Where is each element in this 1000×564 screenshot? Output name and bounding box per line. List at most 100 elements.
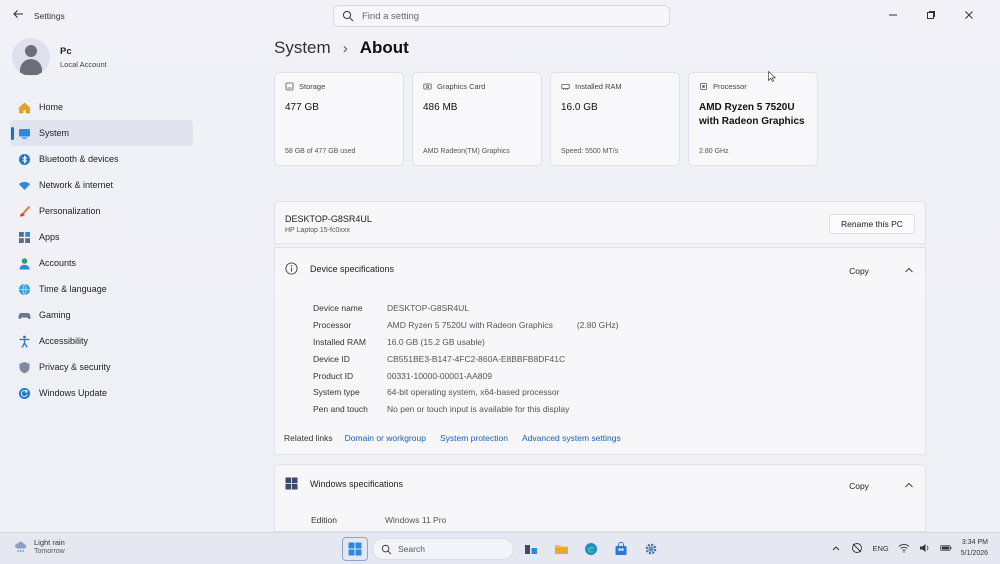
store-button[interactable] — [608, 538, 634, 560]
spec-value: CB551BE3-B147-4FC2-860A-E8BBFB8DF41C — [387, 353, 566, 364]
storage-card[interactable]: Storage 477 GB 58 GB of 477 GB used — [274, 72, 404, 166]
language-indicator[interactable]: ENG — [872, 544, 888, 553]
spec-key: Device name — [313, 303, 363, 314]
spec-extra: (2.80 GHz) — [576, 320, 619, 331]
close-button[interactable] — [950, 4, 988, 26]
copy-device-specs-button[interactable]: Copy — [829, 261, 889, 281]
sidebar-item-system[interactable]: System — [10, 120, 193, 146]
battery-button[interactable] — [940, 542, 952, 554]
processor-card[interactable]: Processor AMD Ryzen 5 7520U with Radeon … — [688, 72, 818, 166]
sidebar-item-time-language[interactable]: Time & language — [10, 276, 193, 302]
weather-subtitle: Tomorrow — [34, 548, 65, 555]
spec-key: Processor — [313, 320, 352, 331]
chevron-up-icon[interactable] — [903, 264, 915, 276]
taskbar-search-label: Search — [398, 544, 425, 554]
windows-specifications-header[interactable]: Windows specifications — [285, 477, 403, 490]
sidebar-item-apps[interactable]: Apps — [10, 224, 193, 250]
sidebar-item-gaming[interactable]: Gaming — [10, 302, 193, 328]
taskbar-apps — [518, 538, 664, 560]
rain-icon — [15, 541, 27, 552]
user-profile[interactable]: Pc Local Account — [12, 38, 107, 76]
settings-app-button[interactable] — [638, 538, 664, 560]
sidebar-item-windows-update[interactable]: Windows Update — [10, 380, 193, 406]
card-value: 477 GB — [285, 102, 319, 113]
graphics-card-card[interactable]: Graphics Card 486 MB AMD Radeon(TM) Grap… — [412, 72, 542, 166]
sidebar-item-label: System — [39, 128, 70, 138]
spec-key: Product ID — [313, 370, 354, 381]
rename-pc-button[interactable]: Rename this PC — [829, 214, 915, 234]
spec-key: Pen and touch — [313, 404, 368, 415]
sidebar-item-label: Apps — [39, 232, 60, 242]
spec-key: Device ID — [313, 353, 350, 364]
device-name: DESKTOP-G8SR4UL — [285, 214, 372, 224]
no-network-icon — [852, 543, 863, 553]
storage-icon — [285, 82, 294, 91]
sidebar-item-privacy[interactable]: Privacy & security — [10, 354, 193, 380]
spec-row: System type 64-bit operating system, x64-… — [313, 384, 618, 401]
spec-key: Installed RAM — [313, 336, 366, 347]
spec-value: 64-bit operating system, x64-based proce… — [387, 387, 560, 398]
wifi-status-button[interactable] — [898, 542, 910, 554]
spec-row: Device ID CB551BE3-B147-4FC2-860A-E8BBFB8… — [313, 350, 618, 367]
clock[interactable]: 3:34 PM 5/1/2026 — [961, 537, 988, 559]
update-icon — [17, 386, 31, 400]
card-detail: Speed: 5500 MT/s — [561, 148, 619, 155]
card-title: Graphics Card — [437, 82, 486, 91]
link-domain-workgroup[interactable]: Domain or workgroup — [345, 433, 426, 443]
device-specifications-header[interactable]: Device specifications — [285, 262, 394, 275]
restore-icon — [927, 11, 935, 19]
battery-icon — [940, 545, 952, 551]
tray-overflow-button[interactable] — [830, 542, 842, 554]
search-box[interactable] — [333, 5, 670, 27]
device-name-panel: DESKTOP-G8SR4UL HP Laptop 15-fc0xxx Rena… — [274, 201, 926, 244]
sidebar-item-accessibility[interactable]: Accessibility — [10, 328, 193, 354]
clock-time: 3:34 PM — [961, 539, 988, 546]
network-status-button[interactable] — [851, 542, 863, 554]
spec-row: Product ID 00331-10000-00001-AA809 — [313, 367, 618, 384]
sidebar-item-personalization[interactable]: Personalization — [10, 198, 193, 224]
settings-window: Settings Pc Local Account Home System Bl — [0, 0, 1000, 532]
spec-key: System type — [313, 387, 360, 398]
sidebar-item-network[interactable]: Network & internet — [10, 172, 193, 198]
maximize-button[interactable] — [912, 4, 950, 26]
card-title: Storage — [299, 82, 326, 91]
sidebar-item-label: Privacy & security — [39, 362, 111, 372]
card-value: 486 MB — [423, 102, 458, 113]
sidebar-item-label: Accessibility — [39, 336, 89, 346]
ram-card[interactable]: Installed RAM 16.0 GB Speed: 5500 MT/s — [550, 72, 680, 166]
sidebar-item-accounts[interactable]: Accounts — [10, 250, 193, 276]
volume-button[interactable] — [919, 542, 931, 554]
task-view-button[interactable] — [518, 538, 544, 560]
back-button[interactable] — [10, 8, 26, 24]
profile-name: Pc — [60, 45, 72, 57]
spec-row: Installed RAM 16.0 GB (15.2 GB usable) — [313, 334, 618, 351]
bluetooth-icon — [17, 152, 31, 166]
sidebar-item-bluetooth[interactable]: Bluetooth & devices — [10, 146, 193, 172]
gear-icon — [645, 543, 657, 555]
copy-windows-specs-button[interactable]: Copy — [829, 476, 889, 496]
link-advanced-system-settings[interactable]: Advanced system settings — [522, 433, 621, 443]
minimize-button[interactable] — [874, 4, 912, 26]
weather-widget[interactable]: Light rain Tomorrow — [14, 538, 65, 555]
breadcrumb-system[interactable]: System — [274, 38, 331, 58]
taskbar-search[interactable]: Search — [372, 538, 514, 560]
device-model: HP Laptop 15-fc0xxx — [285, 227, 350, 234]
search-input[interactable] — [362, 10, 652, 22]
chevron-up-icon[interactable] — [903, 479, 915, 491]
minimize-icon — [889, 14, 897, 16]
apps-icon — [17, 230, 31, 244]
spec-value: AMD Ryzen 5 7520U with Radeon Graphics — [387, 320, 553, 331]
edge-browser-button[interactable] — [578, 538, 604, 560]
sidebar-item-label: Personalization — [39, 206, 101, 216]
breadcrumb: System › About — [274, 38, 409, 58]
file-explorer-button[interactable] — [548, 538, 574, 560]
start-button[interactable] — [342, 537, 368, 561]
sidebar-item-home[interactable]: Home — [10, 94, 193, 120]
link-system-protection[interactable]: System protection — [440, 433, 508, 443]
spec-value: DESKTOP-G8SR4UL — [387, 303, 470, 314]
window-controls — [874, 4, 988, 26]
clock-date: 5/1/2026 — [960, 550, 988, 557]
shield-icon — [17, 360, 31, 374]
search-icon — [342, 10, 354, 22]
home-icon — [17, 100, 31, 114]
